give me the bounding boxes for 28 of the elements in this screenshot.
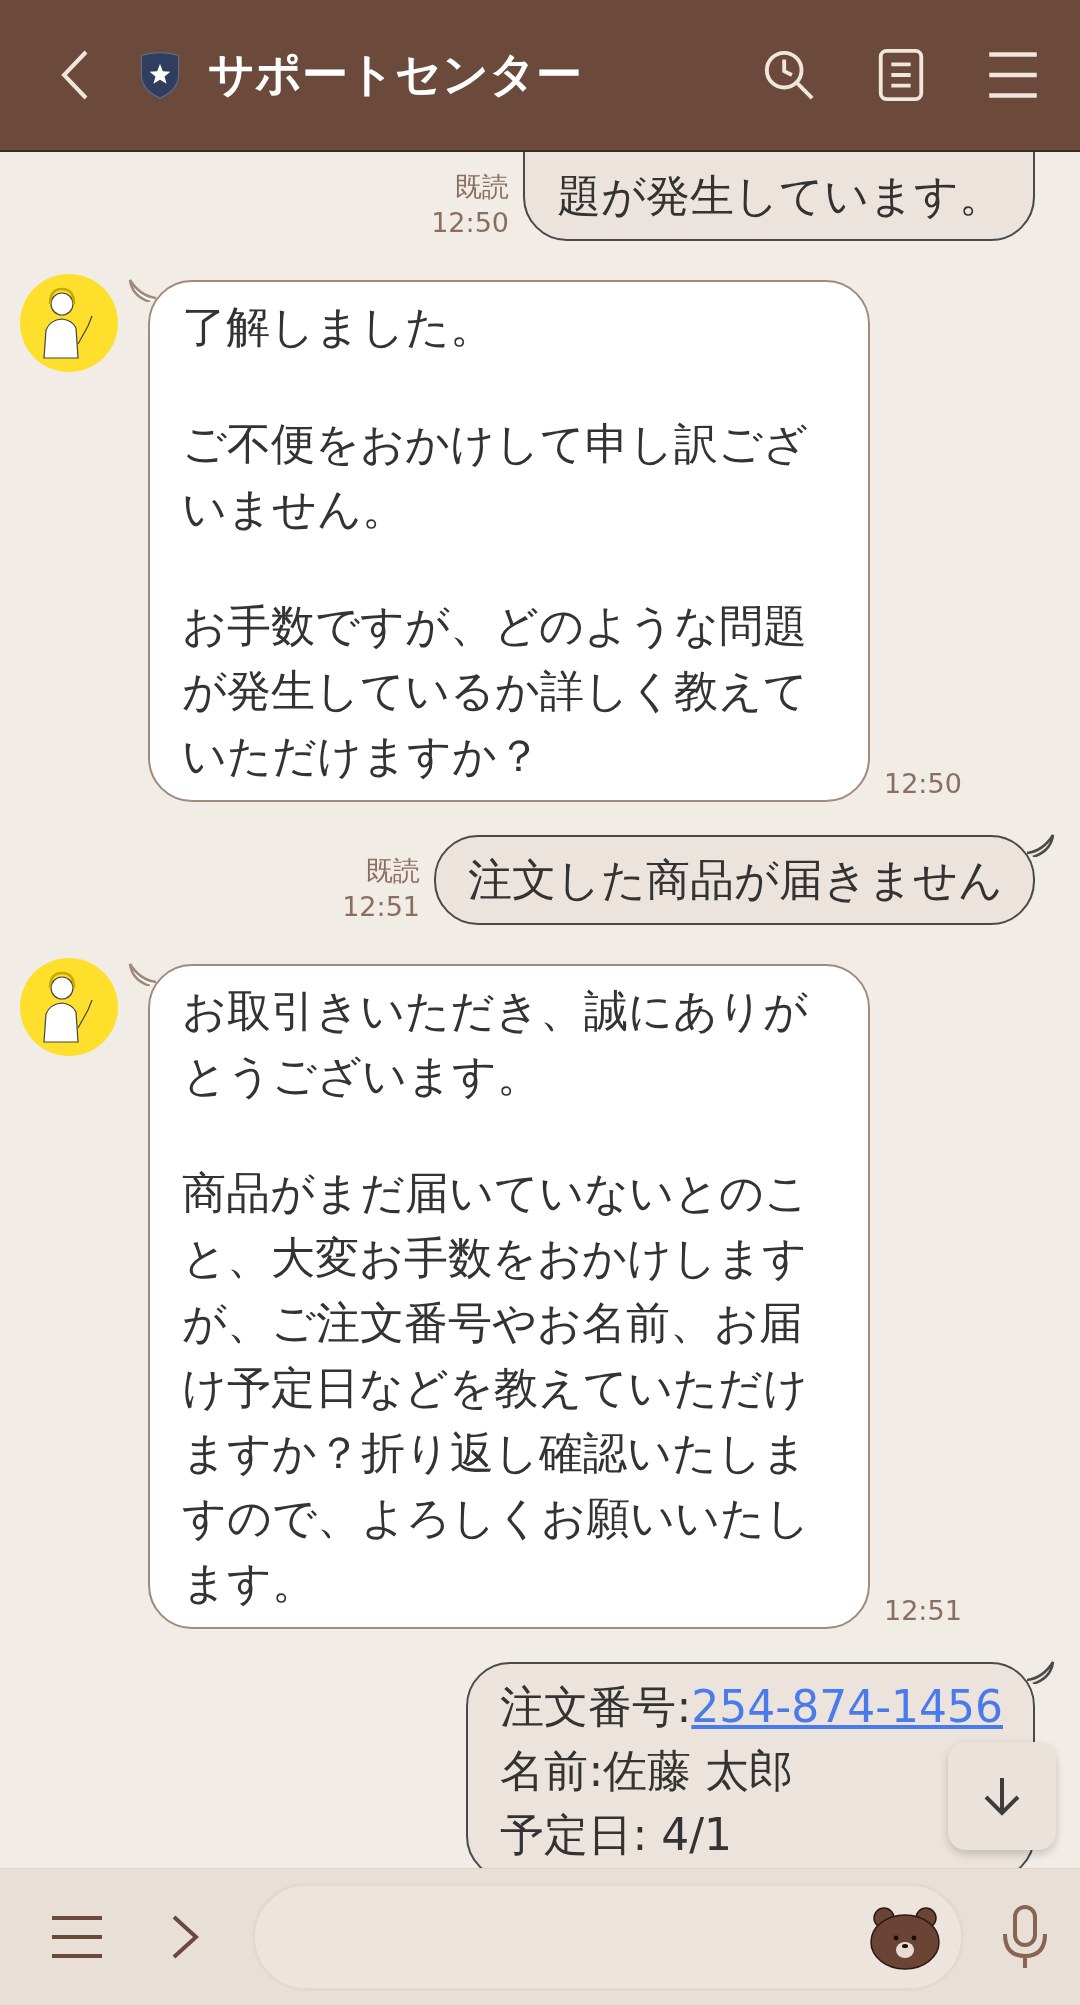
message-text: 題が発生しています。 [557,169,1003,223]
message-text: 予定日: 4/1 [500,1808,734,1862]
chevron-right-icon[interactable] [170,1914,200,1960]
chat-title: サポートセンター [208,46,582,103]
shield-star-icon [138,51,182,99]
message-time: 12:51 [884,1594,962,1628]
message-text: 注文した商品が届きません [468,853,1003,907]
message-text: ご不便をおかけして申し訳ございません。 [182,417,809,536]
message-text: お取引きいただき、誠にありがとうございます。 [182,984,809,1103]
scroll-down-button[interactable] [948,1742,1056,1850]
microphone-icon[interactable] [1000,1904,1050,1970]
avatar-icon[interactable] [20,274,118,372]
message-time: 12:50 [884,767,962,801]
bear-face-icon[interactable] [869,1904,941,1970]
avatar-icon[interactable] [20,958,118,1056]
message-text: 注文番号:254-874-1456 [500,1680,1003,1734]
message-text: 商品がまだ届いていないとのこと、大変お手数をおかけしますが、ご注文番号やお名前、お届け予定日などを教えていただけますか？折り返し確認いたしますので、よろしくお願いいたします。 [182,1166,811,1610]
message-text: 名前:佐藤 太郎 [500,1744,795,1798]
phone-number-link[interactable]: 254-874-1456 [691,1681,1003,1732]
message-text: 了解しました。 [182,300,495,354]
message-time: 12:51 [342,890,420,924]
read-receipt: 既読 [455,170,509,204]
search-history-icon[interactable] [762,48,816,102]
message-time: 12:50 [431,206,509,240]
menu-icon[interactable] [50,1914,104,1960]
read-receipt: 既読 [366,854,420,888]
message-text: お手数ですが、どのような問題が発生しているか詳しく教えていただけますか？ [182,599,809,783]
back-icon[interactable] [60,49,90,101]
